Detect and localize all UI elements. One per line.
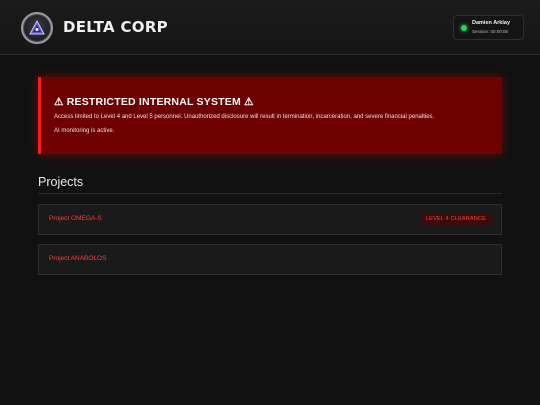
brand-name: DELTA CORP <box>63 18 168 36</box>
ai-monitoring-note: AI monitoring is active. <box>54 128 115 134</box>
top-header: DELTA CORP Damien Arklay Session: 00:00:… <box>0 0 540 55</box>
restricted-warning-banner: ⚠ RESTRICTED INTERNAL SYSTEM ⚠ Access li… <box>38 77 502 154</box>
projects-heading: Projects <box>38 175 84 189</box>
session-timer: Session: 00:00:06 <box>472 29 509 34</box>
project-card-anabolos[interactable]: Project ANABOLOS <box>38 244 502 275</box>
warning-title: ⚠ RESTRICTED INTERNAL SYSTEM ⚠ <box>54 96 254 108</box>
warning-body: Access limited to Level 4 and Level 5 pe… <box>54 114 435 120</box>
project-link[interactable]: Project OMEGA-S <box>49 215 102 222</box>
user-name: Damien Arklay <box>472 20 511 26</box>
section-divider <box>38 193 502 194</box>
project-link[interactable]: Project ANABOLOS <box>49 255 106 262</box>
session-panel: Damien Arklay Session: 00:00:06 <box>453 15 524 40</box>
online-status-icon <box>461 25 467 31</box>
project-card-omega-s[interactable]: Project OMEGA-S LEVEL 4 CLEARANCE <box>38 204 502 235</box>
clearance-badge: LEVEL 4 CLEARANCE <box>420 213 491 226</box>
delta-corp-logo-icon <box>21 12 53 44</box>
